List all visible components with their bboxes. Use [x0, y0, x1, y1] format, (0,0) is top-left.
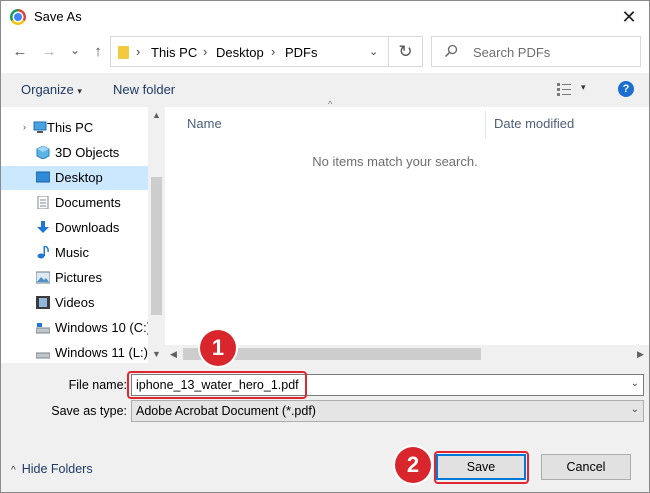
scroll-up-button[interactable]: ▲: [148, 107, 165, 124]
sidebar-item-label: Videos: [55, 295, 95, 310]
scroll-right-button[interactable]: ▶: [632, 345, 649, 363]
file-list: ^ Name Date modified No items match your…: [165, 99, 649, 345]
help-icon[interactable]: ?: [618, 81, 634, 97]
drive-icon: [36, 352, 50, 359]
column-header-date-modified[interactable]: Date modified: [494, 116, 574, 131]
navigation-bar: ← → ⌄ ↑ › This PC › Desktop › PDFs ⌄ ↻ S…: [1, 33, 649, 73]
sidebar-item-label: Music: [55, 245, 89, 260]
save-type-value: Adobe Acrobat Document (*.pdf): [136, 404, 316, 418]
sidebar-item-music[interactable]: Music: [1, 241, 148, 265]
sidebar-item-windows-11[interactable]: Windows 11 (L:): [1, 341, 148, 363]
drive-icon: [36, 323, 50, 334]
sidebar-item-windows-10[interactable]: Windows 10 (C:): [1, 316, 148, 340]
breadcrumb-separator: ›: [271, 44, 276, 59]
breadcrumb-desktop[interactable]: Desktop: [216, 45, 264, 60]
navigation-pane-scrollbar[interactable]: ▲ ▼: [148, 107, 165, 363]
cancel-button[interactable]: Cancel: [541, 454, 631, 480]
up-button[interactable]: ↑: [89, 43, 107, 61]
sidebar-item-documents[interactable]: Documents: [1, 191, 148, 215]
empty-state-message: No items match your search.: [312, 154, 478, 169]
back-button[interactable]: ←: [11, 43, 29, 61]
sidebar-item-label: This PC: [47, 120, 94, 135]
save-type-select[interactable]: Adobe Acrobat Document (*.pdf) ⌄: [131, 400, 644, 422]
annotation-badge-1: 1: [200, 330, 236, 366]
organize-dropdown-icon: ▾: [77, 86, 82, 96]
expand-icon[interactable]: ›: [23, 122, 26, 132]
view-options-icon[interactable]: [557, 83, 571, 96]
annotation-highlight-save: [434, 451, 529, 484]
sidebar-item-this-pc[interactable]: › This PC: [1, 116, 148, 140]
documents-icon: [37, 196, 49, 209]
view-dropdown-icon[interactable]: ▾: [581, 82, 586, 93]
sidebar-item-label: 3D Objects: [55, 145, 120, 160]
sidebar-item-downloads[interactable]: Downloads: [1, 216, 148, 240]
annotation-highlight-filename: [127, 371, 307, 399]
chevron-down-icon[interactable]: ⌄: [631, 404, 639, 415]
file-list-scrollbar[interactable]: ◀ ▶: [165, 345, 649, 363]
forward-button[interactable]: →: [40, 43, 58, 61]
command-bar: Organize ▾ New folder ▾ ?: [1, 73, 649, 107]
3d-objects-icon: [36, 146, 50, 159]
search-placeholder: Search PDFs: [473, 45, 551, 60]
new-folder-button[interactable]: New folder: [113, 82, 175, 97]
breadcrumb-separator: ›: [136, 44, 141, 59]
downloads-icon: [37, 221, 49, 233]
pictures-icon: [36, 271, 50, 284]
window-title: Save As: [34, 9, 82, 24]
sidebar-item-label: Documents: [55, 195, 121, 210]
title-bar: Save As ✕: [1, 1, 649, 33]
sidebar-item-label: Windows 11 (L:): [55, 345, 148, 360]
chevron-up-icon: ^: [11, 465, 16, 476]
save-type-label: Save as type:: [51, 404, 127, 418]
scroll-left-button[interactable]: ◀: [165, 345, 182, 363]
sidebar-item-label: Windows 10 (C:): [55, 320, 148, 335]
recent-locations-button[interactable]: ⌄: [66, 41, 84, 59]
close-button[interactable]: ✕: [619, 7, 639, 27]
folder-icon: [118, 46, 129, 59]
navigation-pane: › This PC 3D Objects Desktop Documents D…: [1, 107, 148, 363]
scrollbar-thumb[interactable]: [151, 177, 162, 315]
hide-folders-button[interactable]: ^ Hide Folders: [11, 462, 93, 476]
annotation-badge-2: 2: [395, 447, 431, 483]
desktop-icon: [36, 171, 50, 183]
hide-folders-label: Hide Folders: [21, 462, 93, 476]
breadcrumb-separator: ›: [203, 44, 208, 59]
sidebar-item-videos[interactable]: Videos: [1, 291, 148, 315]
column-header-name[interactable]: Name: [187, 116, 222, 131]
music-icon: [37, 246, 49, 259]
organize-label: Organize: [21, 82, 74, 97]
sidebar-item-label: Desktop: [55, 170, 103, 185]
save-as-dialog: Save As ✕ ← → ⌄ ↑ › This PC › Desktop › …: [0, 0, 650, 493]
filename-label: File name:: [68, 378, 127, 392]
sidebar-item-pictures[interactable]: Pictures: [1, 266, 148, 290]
scroll-down-button[interactable]: ▼: [148, 346, 165, 363]
search-input[interactable]: Search PDFs: [431, 36, 641, 67]
organize-button[interactable]: Organize ▾: [21, 82, 82, 97]
column-divider[interactable]: [485, 111, 486, 139]
sort-indicator-icon: ^: [328, 99, 333, 109]
sidebar-item-desktop[interactable]: Desktop: [1, 166, 148, 190]
breadcrumb-this-pc[interactable]: This PC: [151, 45, 197, 60]
sidebar-item-3d-objects[interactable]: 3D Objects: [1, 141, 148, 165]
videos-icon: [36, 296, 50, 309]
breadcrumb-pdfs[interactable]: PDFs: [285, 45, 318, 60]
refresh-button[interactable]: ↻: [388, 36, 423, 67]
chevron-down-icon[interactable]: ⌄: [631, 378, 639, 389]
sidebar-item-label: Downloads: [55, 220, 120, 235]
address-dropdown-icon[interactable]: ⌄: [369, 45, 383, 58]
this-pc-icon: [33, 121, 47, 133]
chrome-icon: [10, 9, 26, 25]
search-icon: [444, 44, 458, 58]
sidebar-item-label: Pictures: [55, 270, 102, 285]
